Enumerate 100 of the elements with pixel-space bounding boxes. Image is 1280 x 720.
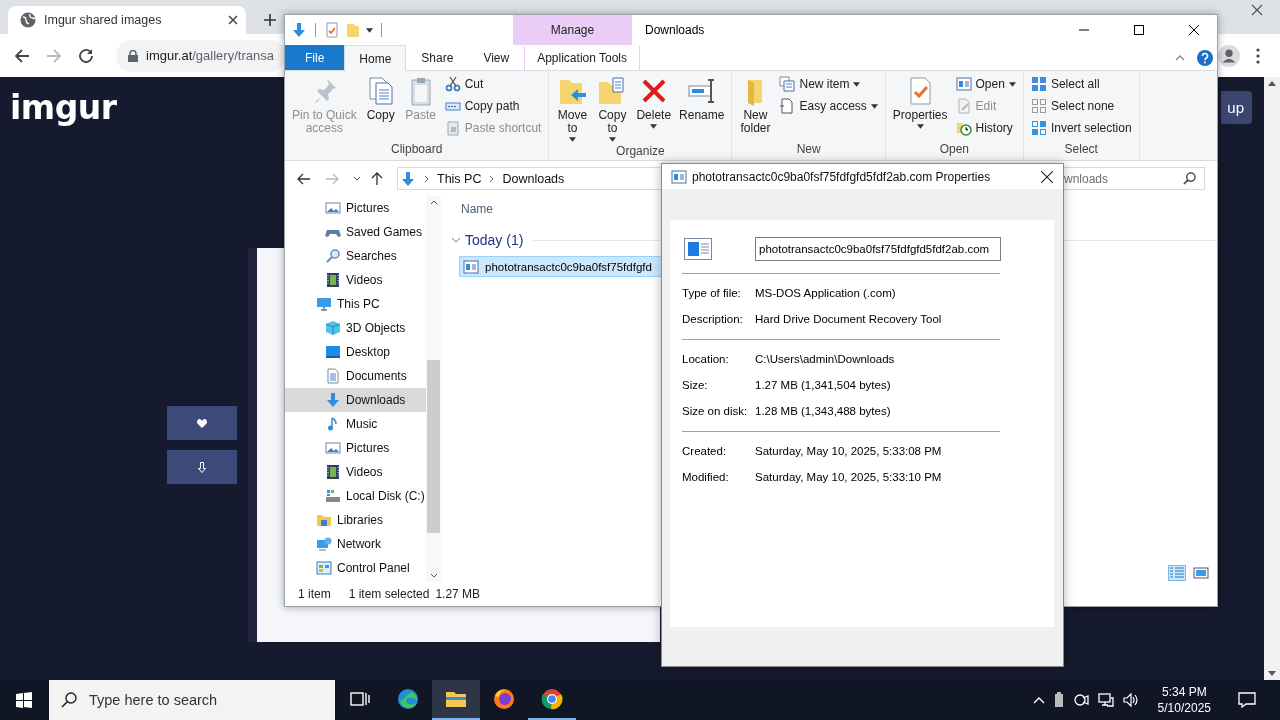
chevron-down-icon[interactable]	[353, 176, 361, 181]
scrollbar[interactable]	[1264, 77, 1280, 680]
group-label: Organize	[615, 144, 666, 160]
nav-item[interactable]: Pictures	[285, 436, 426, 460]
cube-icon	[325, 320, 341, 336]
caret-icon	[608, 137, 616, 142]
back-icon[interactable]	[14, 47, 30, 64]
clock-time[interactable]: 5:34 PM	[1161, 684, 1207, 700]
like-button[interactable]	[167, 406, 237, 440]
ribbon-button[interactable]: Open	[952, 73, 1019, 95]
picture-icon	[325, 440, 341, 456]
nav-item[interactable]: Control Panel	[285, 556, 426, 580]
nav-item[interactable]: Searches	[285, 244, 426, 268]
clock-icon	[955, 120, 972, 136]
ribbon-button[interactable]: Invert selection	[1027, 117, 1135, 139]
maximize-icon[interactable]	[1134, 25, 1144, 35]
nav-item[interactable]: This PC	[285, 292, 426, 316]
ribbon-button[interactable]: Delete	[633, 73, 675, 131]
ribbon-tab[interactable]: View	[468, 45, 525, 70]
file-row[interactable]: phototransactc0c9ba0fsf75fdfgfd	[459, 256, 661, 277]
close-icon[interactable]	[228, 15, 238, 25]
scroll-up-icon[interactable]	[1268, 81, 1276, 86]
property-value: Saturday, May 10, 2025, 5:33:10 PM	[755, 471, 942, 483]
down-arrow-icon	[325, 392, 341, 408]
imgur-logo[interactable]: imgur	[10, 88, 117, 127]
close-icon[interactable]	[1041, 170, 1053, 183]
nav-item[interactable]: 3D Objects	[285, 316, 426, 340]
ribbon-button[interactable]: New folder	[736, 73, 775, 137]
folder-icon	[316, 512, 332, 528]
ribbon-button[interactable]: New item	[776, 73, 881, 95]
ribbon-button[interactable]: Properties	[889, 73, 951, 131]
breadcrumb-item[interactable]: Downloads	[502, 171, 565, 186]
ribbon-button[interactable]: Select none	[1027, 95, 1135, 117]
ribbon-tab[interactable]: File	[285, 45, 345, 70]
breadcrumb-item[interactable]: This PC	[437, 171, 482, 186]
down-arrow-icon[interactable]	[291, 22, 307, 38]
window-icon	[463, 258, 479, 275]
monitor-icon	[316, 296, 332, 312]
nav-item[interactable]: Documents	[285, 364, 426, 388]
close-icon[interactable]	[1189, 25, 1199, 35]
ribbon-button[interactable]: Move to	[553, 73, 592, 144]
scrollbar[interactable]	[426, 196, 441, 582]
thumbnail-view-icon[interactable]	[1193, 566, 1209, 580]
scroll-down-icon[interactable]	[429, 573, 438, 578]
ribbon-button[interactable]: History	[952, 117, 1019, 139]
ribbon-button[interactable]: Cut	[441, 73, 545, 95]
property-value: 1.28 MB (1,343,488 bytes)	[755, 405, 891, 417]
notification-icon[interactable]	[1238, 692, 1256, 708]
nav-item[interactable]: Videos	[285, 460, 426, 484]
ribbon-tab[interactable]: Application Tools	[524, 45, 641, 70]
nav-item[interactable]: Libraries	[285, 508, 426, 532]
ribbon-tab[interactable]: Share	[406, 45, 469, 70]
sign-up-button[interactable]: up	[1221, 91, 1252, 124]
globe-icon	[20, 12, 36, 28]
search-icon	[61, 692, 77, 708]
avatar-icon[interactable]	[1218, 44, 1240, 67]
caret-icon	[853, 81, 861, 87]
battery-icon[interactable]	[1053, 692, 1064, 708]
nav-item[interactable]: Network	[285, 532, 426, 556]
ribbon-button[interactable]: Select all	[1027, 73, 1135, 95]
browser-tab[interactable]: Imgur shared images	[8, 6, 246, 34]
scroll-down-icon[interactable]	[1268, 671, 1276, 676]
camera-icon[interactable]	[1072, 692, 1089, 708]
property-label: Description:	[682, 313, 744, 325]
ribbon-tab[interactable]: Home	[344, 45, 407, 71]
grid-icon	[1030, 76, 1047, 92]
nav-item[interactable]: Pictures	[285, 196, 426, 220]
search-field[interactable]: Type here to search	[49, 680, 335, 720]
volume-icon[interactable]	[1122, 692, 1139, 708]
ribbon-button[interactable]: Copy to	[593, 73, 632, 144]
check-document-icon[interactable]	[324, 22, 340, 38]
nav-item[interactable]: Saved Games	[285, 220, 426, 244]
ribbon-button[interactable]: Copy path	[441, 95, 545, 117]
ribbon-button[interactable]: Copy	[361, 73, 400, 124]
picture-icon	[325, 200, 341, 216]
chrome-icon	[540, 687, 564, 711]
up-arrow-icon[interactable]	[371, 171, 383, 186]
network-icon[interactable]	[1097, 692, 1114, 708]
file-name-field[interactable]: phototransactc0c9ba0fsf75fdfgfd5fdf2ab.com	[755, 237, 1001, 261]
nav-item[interactable]: Downloads	[285, 388, 426, 412]
nav-item[interactable]: Local Disk (C:)	[285, 484, 426, 508]
scroll-up-icon[interactable]	[429, 200, 438, 205]
nav-item[interactable]: Music	[285, 412, 426, 436]
menu-icon[interactable]	[1256, 47, 1260, 64]
plus-icon[interactable]	[264, 14, 276, 26]
group-header[interactable]: Today (1)	[465, 232, 524, 248]
chevron-icon[interactable]	[451, 235, 461, 245]
chevron-right-icon	[424, 174, 429, 183]
address-bar[interactable]: imgur.at/gallery/transa	[116, 39, 286, 72]
window-icon	[671, 168, 687, 185]
help-icon[interactable]	[1197, 49, 1213, 66]
clock-date[interactable]: 5/10/2025	[1157, 700, 1211, 716]
ribbon-button[interactable]: Rename	[676, 73, 728, 124]
nav-item[interactable]: Desktop	[285, 340, 426, 364]
back-icon[interactable]	[297, 172, 311, 185]
context-tab-header: Manage	[513, 15, 632, 45]
nav-item[interactable]: Videos	[285, 268, 426, 292]
ribbon-button[interactable]: Easy access	[776, 95, 881, 117]
reload-icon[interactable]	[78, 47, 94, 64]
taskbar-app[interactable]	[432, 680, 480, 720]
